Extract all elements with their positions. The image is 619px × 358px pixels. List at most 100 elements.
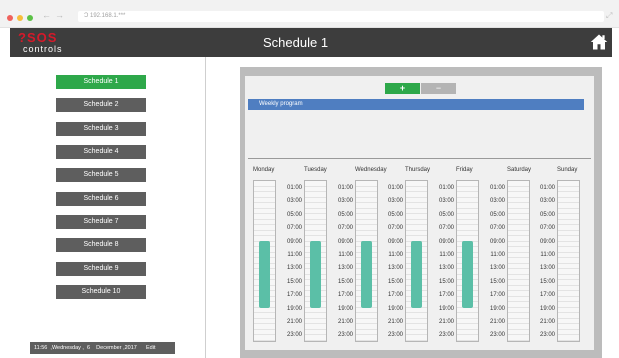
sidebar-item-schedule-5[interactable]: Schedule 5 bbox=[56, 168, 146, 182]
time-label: 17:00 bbox=[387, 292, 403, 299]
sidebar-item-schedule-10[interactable]: Schedule 10 bbox=[56, 285, 146, 299]
brand-logo-mark: ?SOS bbox=[18, 30, 58, 45]
time-label: 19:00 bbox=[539, 305, 555, 312]
back-arrow-icon[interactable]: ← bbox=[42, 10, 51, 20]
sidebar-item-schedule-8[interactable]: Schedule 8 bbox=[56, 238, 146, 252]
section-divider bbox=[248, 158, 591, 159]
day-label-monday: Monday bbox=[253, 167, 275, 173]
time-label: 01:00 bbox=[337, 185, 353, 191]
time-label: 21:00 bbox=[438, 319, 454, 325]
time-label: 17:00 bbox=[337, 292, 353, 299]
time-label: 01:00 bbox=[438, 185, 454, 191]
sidebar-item-schedule-6[interactable]: Schedule 6 bbox=[56, 192, 146, 206]
time-label: 01:00 bbox=[387, 185, 403, 191]
time-label: 03:00 bbox=[387, 198, 403, 205]
time-label: 21:00 bbox=[387, 319, 403, 325]
time-label: 11:00 bbox=[287, 252, 302, 258]
time-label: 11:00 bbox=[439, 252, 454, 258]
time-label: 21:00 bbox=[286, 319, 302, 325]
day-column-sunday[interactable] bbox=[557, 180, 580, 342]
brand-logo-text: controls bbox=[23, 44, 63, 54]
active-slot-tuesday[interactable] bbox=[310, 241, 321, 308]
time-label: 15:00 bbox=[387, 278, 403, 285]
expand-icon[interactable]: ⤢ bbox=[606, 11, 612, 21]
active-slot-wednesday[interactable] bbox=[361, 241, 372, 308]
time-label: 15:00 bbox=[337, 278, 353, 285]
day-label-thursday: Thursday bbox=[405, 167, 431, 173]
sidebar-item-schedule-2[interactable]: Schedule 2 bbox=[56, 98, 146, 112]
time-label: 15:00 bbox=[539, 278, 555, 285]
home-icon[interactable] bbox=[590, 33, 608, 51]
time-label: 11:00 bbox=[490, 252, 505, 258]
day-label-wednesday: Wednesday bbox=[355, 167, 387, 173]
time-label: 09:00 bbox=[286, 238, 302, 245]
time-label: 13:00 bbox=[387, 265, 403, 272]
time-label: 09:00 bbox=[489, 238, 505, 245]
time-label: 19:00 bbox=[337, 305, 353, 312]
maximize-window-dot[interactable] bbox=[27, 15, 33, 21]
time-label: 23:00 bbox=[337, 332, 353, 339]
time-label: 11:00 bbox=[388, 252, 403, 258]
time-label: 07:00 bbox=[489, 225, 505, 232]
time-label: 19:00 bbox=[438, 305, 454, 312]
time-label: 05:00 bbox=[387, 211, 403, 218]
sidebar-item-schedule-7[interactable]: Schedule 7 bbox=[56, 215, 146, 229]
time-label: 05:00 bbox=[438, 211, 454, 218]
minimize-window-dot[interactable] bbox=[17, 15, 23, 21]
time-label: 15:00 bbox=[286, 278, 302, 285]
day-column-saturday[interactable] bbox=[507, 180, 530, 342]
time-label: 23:00 bbox=[438, 332, 454, 339]
time-label: 13:00 bbox=[286, 265, 302, 272]
active-slot-monday[interactable] bbox=[259, 241, 270, 308]
time-label: 07:00 bbox=[286, 225, 302, 232]
time-label: 09:00 bbox=[337, 238, 353, 245]
time-label: 09:00 bbox=[438, 238, 454, 245]
time-label: 05:00 bbox=[337, 211, 353, 218]
sidebar-item-schedule-3[interactable]: Schedule 3 bbox=[56, 122, 146, 136]
time-label: 07:00 bbox=[337, 225, 353, 232]
address-bar-url: Ɔ 192.168.1.*** bbox=[84, 13, 126, 19]
time-label: 05:00 bbox=[286, 211, 302, 218]
time-label: 13:00 bbox=[337, 265, 353, 272]
time-label: 09:00 bbox=[539, 238, 555, 245]
active-slot-friday[interactable] bbox=[462, 241, 473, 308]
time-label: 19:00 bbox=[489, 305, 505, 312]
time-label: 17:00 bbox=[489, 292, 505, 299]
address-bar[interactable]: Ɔ 192.168.1.*** bbox=[78, 11, 604, 22]
time-label: 13:00 bbox=[539, 265, 555, 272]
active-slot-thursday[interactable] bbox=[411, 241, 422, 308]
time-label: 07:00 bbox=[539, 225, 555, 232]
time-label: 13:00 bbox=[489, 265, 505, 272]
time-label: 11:00 bbox=[540, 252, 555, 258]
time-label: 03:00 bbox=[337, 198, 353, 205]
day-label-saturday: Saturday bbox=[507, 167, 532, 173]
close-window-dot[interactable] bbox=[7, 15, 13, 21]
time-label: 07:00 bbox=[438, 225, 454, 232]
time-label: 17:00 bbox=[539, 292, 555, 299]
time-label: 03:00 bbox=[438, 198, 454, 205]
time-label: 01:00 bbox=[286, 185, 302, 191]
day-label-tuesday: Tuesday bbox=[304, 167, 327, 173]
time-label: 21:00 bbox=[539, 319, 555, 325]
time-label: 19:00 bbox=[286, 305, 302, 312]
remove-program-button[interactable]: − bbox=[421, 83, 456, 94]
time-label: 03:00 bbox=[286, 198, 302, 205]
time-label: 23:00 bbox=[489, 332, 505, 339]
time-label: 01:00 bbox=[539, 185, 555, 191]
time-label: 03:00 bbox=[539, 198, 555, 205]
sidebar-item-schedule-4[interactable]: Schedule 4 bbox=[56, 145, 146, 159]
datetime-status-bar[interactable]: 11:56 ,Wednesday , 6 December ,2017 Edit bbox=[30, 342, 175, 354]
page-title: Schedule 1 bbox=[263, 35, 329, 50]
forward-arrow-icon[interactable]: → bbox=[55, 10, 64, 20]
time-label: 07:00 bbox=[387, 225, 403, 232]
time-label: 19:00 bbox=[387, 305, 403, 312]
time-label: 13:00 bbox=[438, 265, 454, 272]
sidebar-item-schedule-1[interactable]: Schedule 1 bbox=[56, 75, 146, 89]
sidebar-item-schedule-9[interactable]: Schedule 9 bbox=[56, 262, 146, 276]
time-label: 03:00 bbox=[489, 198, 505, 205]
add-program-button[interactable]: + bbox=[385, 83, 420, 94]
browser-toolbar: ← → Ɔ 192.168.1.*** ⤢ bbox=[0, 0, 619, 28]
time-label: 23:00 bbox=[539, 332, 555, 339]
time-label: 15:00 bbox=[489, 278, 505, 285]
weekly-program-item[interactable]: Weekly program bbox=[248, 99, 584, 110]
